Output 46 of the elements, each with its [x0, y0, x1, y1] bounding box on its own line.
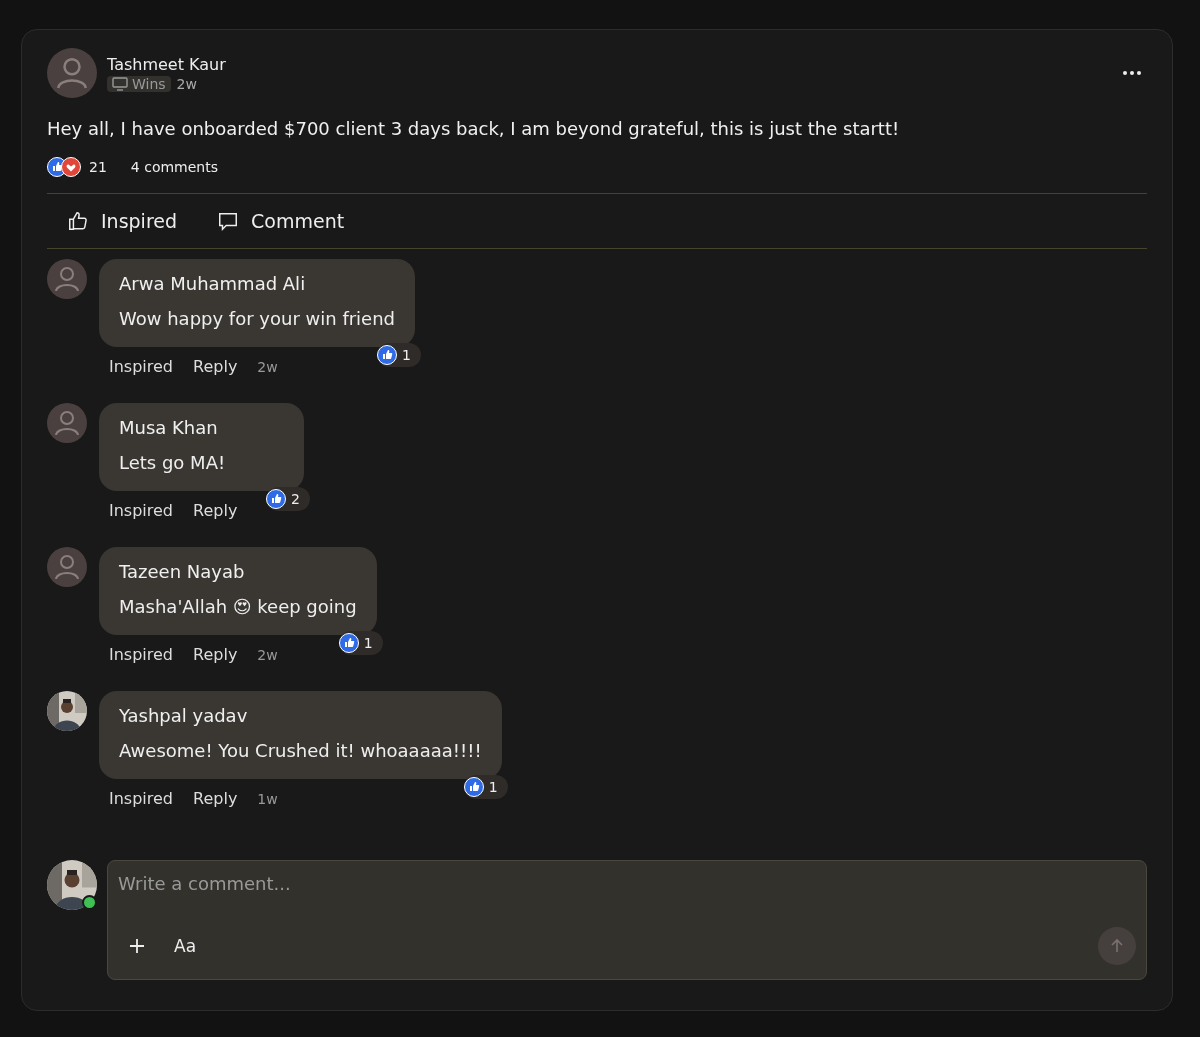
reply-link[interactable]: Reply: [193, 501, 238, 520]
inspired-link[interactable]: Inspired: [109, 501, 174, 520]
comment-time: 1w: [257, 790, 278, 807]
reply-link[interactable]: Reply: [193, 789, 238, 808]
avatar-icon: [47, 403, 87, 443]
author-name[interactable]: Tashmeet Kaur: [107, 54, 1107, 74]
inspired-link[interactable]: Inspired: [109, 645, 174, 664]
reply-link[interactable]: Reply: [193, 357, 238, 376]
arrow-up-icon: [1109, 938, 1125, 954]
commenter-name[interactable]: Yashpal yadav: [119, 705, 482, 726]
reaction-badge[interactable]: 1: [377, 343, 422, 367]
reaction-badge[interactable]: 2: [266, 487, 310, 511]
commenter-name[interactable]: Tazeen Nayab: [119, 561, 357, 582]
reaction-count[interactable]: 21: [89, 159, 107, 175]
thumbs-up-icon: [338, 633, 359, 653]
comment-field[interactable]: Write a comment... Aa: [107, 860, 1147, 980]
comment-button[interactable]: Comment: [217, 210, 345, 232]
thumbs-up-icon: [266, 489, 287, 509]
comment-icon: [217, 210, 240, 232]
post-time: 2w: [176, 75, 197, 92]
comment-count[interactable]: 4 comments: [130, 159, 218, 175]
comment-text: Lets go MA!: [119, 452, 227, 473]
commenter-name[interactable]: Musa Khan: [119, 417, 284, 438]
monitor-icon: [112, 76, 128, 91]
thumbs-up-icon: [463, 777, 484, 797]
post-text: Hey all, I have onboarded $700 client 3 days back, I am beyond grateful, this is just the startt!: [47, 118, 901, 139]
add-icon[interactable]: [128, 937, 146, 955]
reaction-badge[interactable]: 1: [338, 631, 383, 655]
avatar-icon: [47, 48, 97, 98]
avatar-icon: [47, 259, 87, 299]
comment-text: Awesome! You Crushed it! whoaaaaa!!!!: [119, 740, 482, 761]
inspired-link[interactable]: Inspired: [109, 357, 174, 376]
comment-time: 2w: [257, 646, 278, 663]
comment-text: Masha'Allah 😍 keep going: [119, 596, 357, 617]
like-button[interactable]: Inspired: [67, 210, 178, 232]
inspired-link[interactable]: Inspired: [109, 789, 174, 808]
comment-text: Wow happy for your win friend: [119, 308, 396, 329]
thumbs-up-icon: [67, 210, 89, 232]
avatar-icon: [47, 547, 87, 587]
comment-time: 2w: [257, 358, 278, 375]
space-tag[interactable]: Wins: [107, 75, 171, 92]
thumbs-up-icon: [377, 345, 398, 365]
commenter-name[interactable]: Arwa Muhammad Ali: [119, 273, 396, 294]
reply-link[interactable]: Reply: [193, 645, 238, 664]
reaction-badge[interactable]: 1: [463, 775, 508, 799]
format-button[interactable]: Aa: [174, 936, 197, 956]
